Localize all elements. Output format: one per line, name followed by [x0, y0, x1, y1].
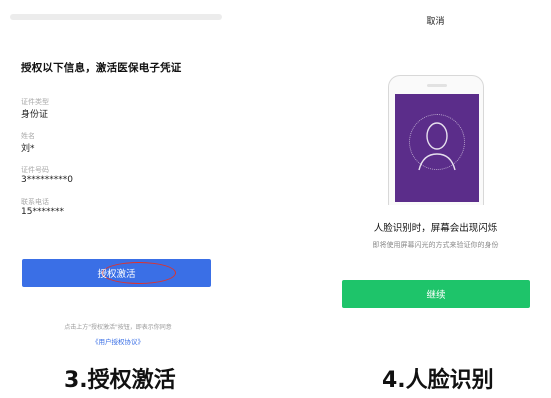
field-label-phone: 联系电话	[21, 198, 49, 206]
field-value-name: 刘*	[21, 144, 35, 154]
phone-speaker	[427, 84, 447, 87]
face-silhouette-icon	[418, 122, 456, 171]
step-caption-face: 4.人脸识别	[382, 368, 494, 393]
authorize-activate-button[interactable]: 授权激活	[22, 259, 211, 287]
phone-screen	[395, 94, 479, 202]
authorization-screen: 授权以下信息，激活医保电子凭证 证件类型 身份证 姓名 刘* 证件号码 3***…	[0, 0, 236, 360]
user-agreement-link[interactable]: 《用户授权协议》	[0, 336, 236, 346]
face-recognition-screen: 取消 人脸识别时，屏幕会出现闪烁 即将使用屏幕闪光的方式来验证你的身份 继续	[320, 0, 551, 360]
phone-illustration	[388, 75, 484, 205]
face-subtitle: 即将使用屏幕闪光的方式来验证你的身份	[372, 241, 499, 249]
face-title: 人脸识别时，屏幕会出现闪烁	[373, 223, 498, 234]
field-value-id-type: 身份证	[21, 110, 49, 120]
continue-button[interactable]: 继续	[342, 280, 530, 308]
field-value-phone: 15*******	[21, 207, 64, 217]
field-value-id-number: 3*********0	[21, 175, 73, 185]
step-caption-authorize: 3.授权激活	[64, 368, 176, 393]
top-bar	[10, 14, 222, 20]
field-label-name: 姓名	[21, 132, 35, 140]
consent-notice: 点击上方"授权激活"按钮，即表示你同意	[64, 324, 172, 331]
authorize-activate-label: 授权激活	[97, 269, 136, 280]
cancel-button[interactable]: 取消	[320, 14, 551, 27]
page-title: 授权以下信息，激活医保电子凭证	[21, 62, 182, 74]
field-label-id-type: 证件类型	[21, 98, 49, 106]
field-label-id-number: 证件号码	[21, 166, 49, 174]
